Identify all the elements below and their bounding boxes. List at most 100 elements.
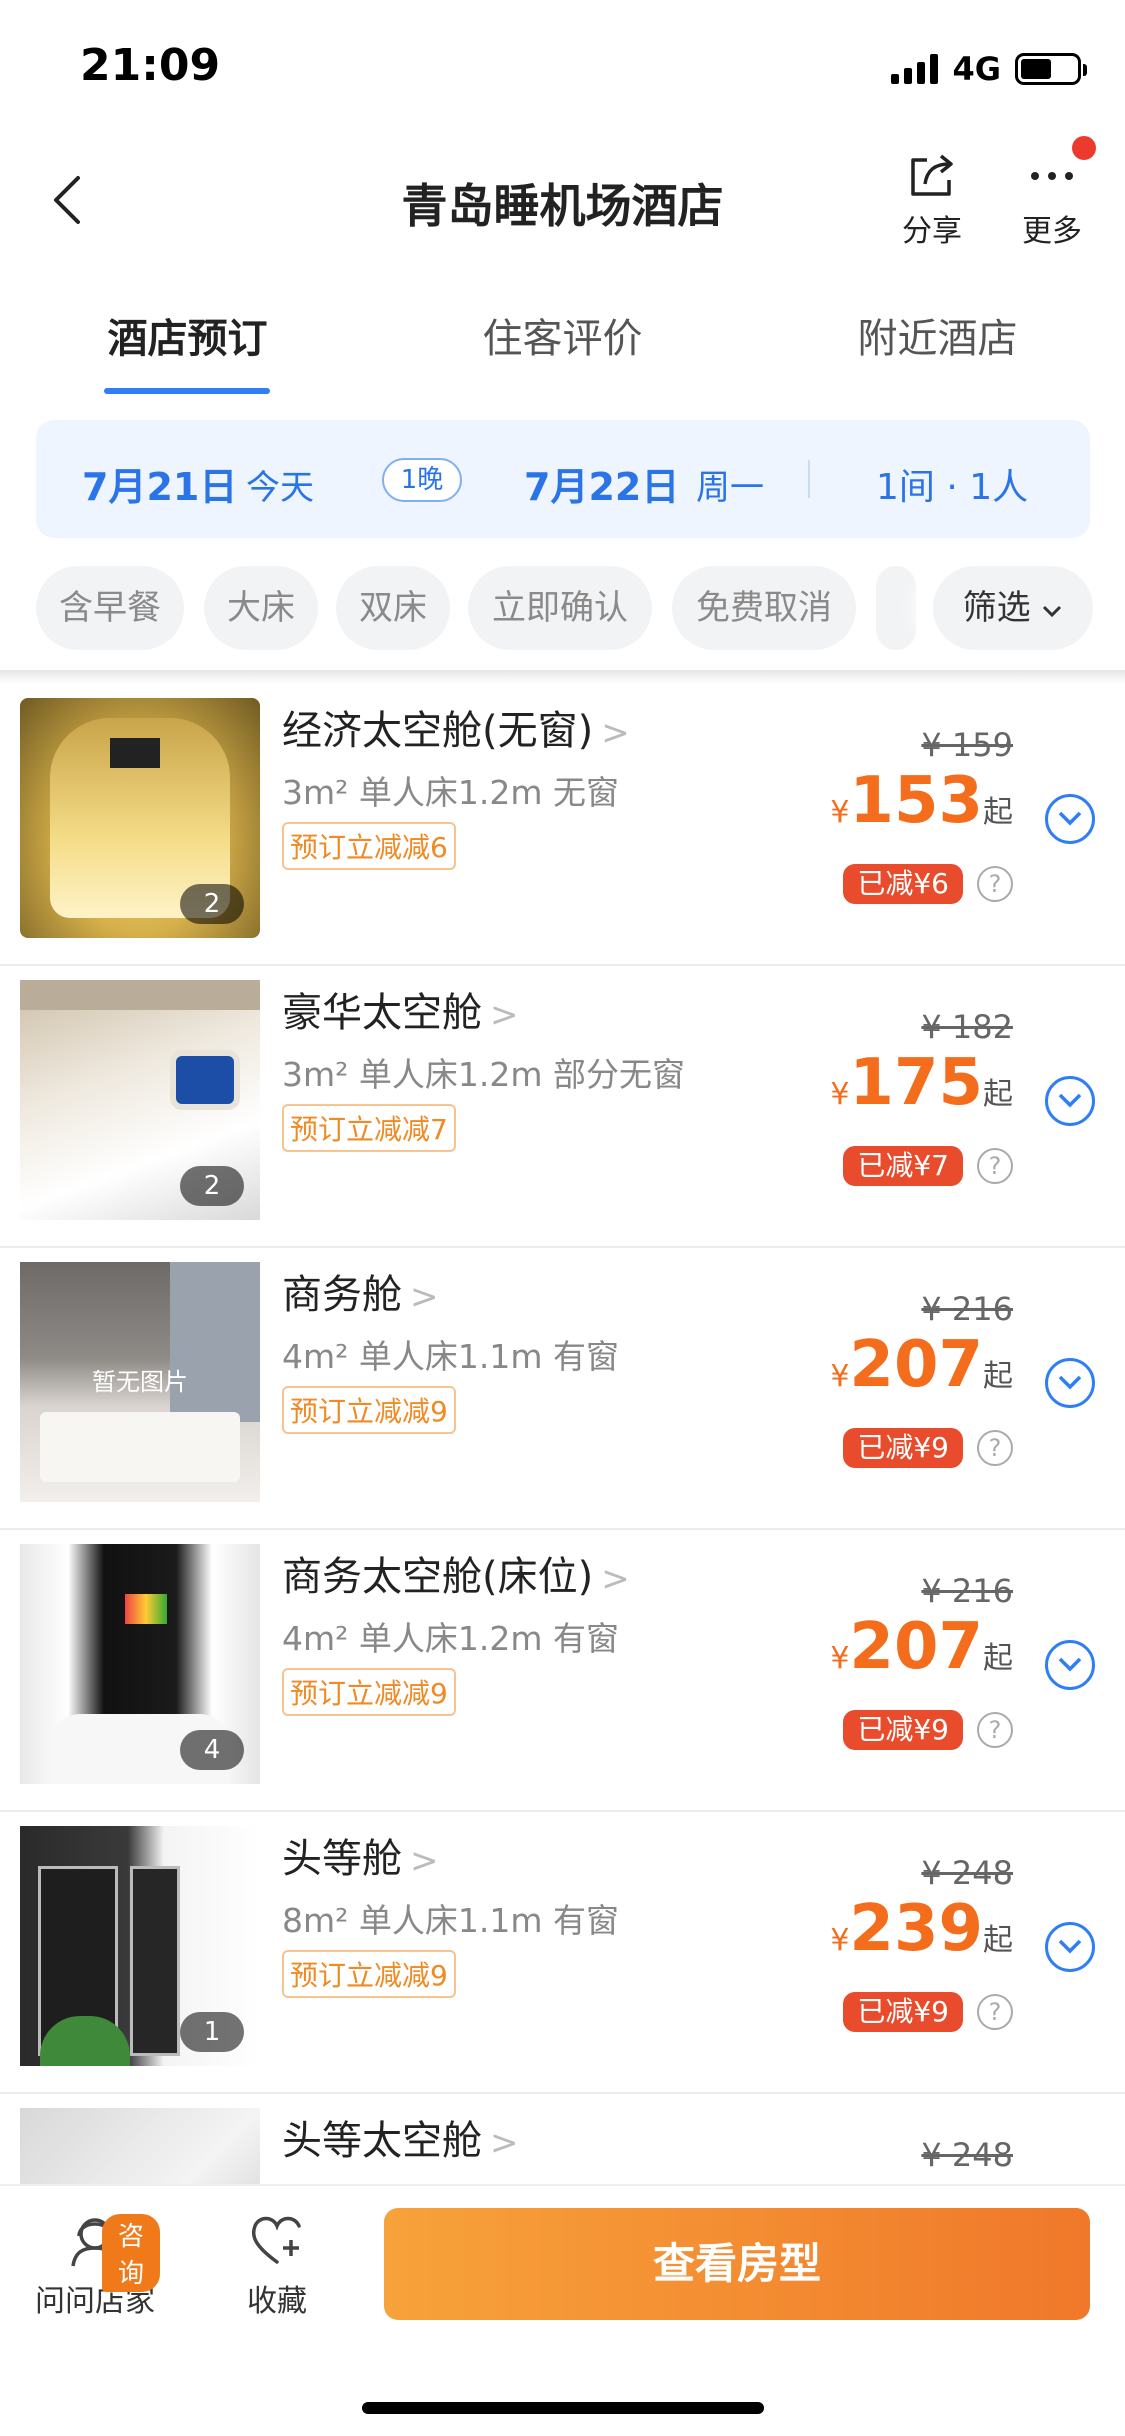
more-label: 更多	[1022, 214, 1082, 249]
filter-label: 筛选	[962, 588, 1031, 628]
chevron-down-icon	[1058, 1093, 1082, 1108]
promo-tag: 预订立减减9	[282, 1386, 456, 1434]
help-icon[interactable]: ?	[977, 1994, 1013, 2030]
chevron-right-icon: >	[410, 1277, 439, 1317]
signal-icon	[891, 54, 939, 84]
battery-icon	[1015, 53, 1087, 85]
help-icon[interactable]: ?	[977, 866, 1013, 902]
checkin-day: 今天	[246, 468, 314, 508]
original-price: ¥ 216	[921, 1572, 1013, 1610]
chevron-right-icon: >	[490, 2123, 519, 2163]
share-icon	[911, 154, 953, 196]
chip-king-bed[interactable]: 大床	[204, 566, 318, 650]
expand-button[interactable]	[1045, 794, 1095, 844]
room-desc: 3m² 单人床1.2m 部分无窗	[282, 1055, 685, 1094]
chip-free-cancel[interactable]: 免费取消	[672, 566, 856, 650]
discount-badge: 已减¥9	[843, 1992, 963, 2032]
no-image-label: 暂无图片	[92, 1368, 188, 1396]
expand-button[interactable]	[1045, 1922, 1095, 1972]
share-button[interactable]: 分享	[882, 150, 982, 250]
network-type: 4G	[952, 50, 1001, 88]
discount-badge: 已减¥7	[843, 1146, 963, 1186]
room-name: 豪华太空舱 >	[282, 990, 519, 1036]
nav-bar: 青岛睡机场酒店 分享 更多	[0, 130, 1125, 270]
tab-label: 酒店预订	[107, 316, 268, 362]
chip-instant-confirm[interactable]: 立即确认	[468, 566, 652, 650]
status-time: 21:09	[80, 40, 221, 91]
room-row[interactable]: 头等太空舱> 5m² 单人床 部分无窗 ¥ 248	[0, 2094, 1125, 2184]
chevron-down-icon	[1058, 1939, 1082, 1954]
room-photo[interactable]: 2	[20, 980, 260, 1220]
chip-partial[interactable]	[876, 566, 916, 650]
room-photo[interactable]: 4	[20, 1544, 260, 1784]
help-icon[interactable]: ?	[977, 1712, 1013, 1748]
room-photo[interactable]: 暂无图片	[20, 1262, 260, 1502]
promo-tag: 预订立减减9	[282, 1950, 456, 1998]
photo-count: 2	[180, 1166, 244, 1206]
expand-button[interactable]	[1045, 1358, 1095, 1408]
chevron-down-icon	[1058, 1657, 1082, 1672]
promo-tag: 预订立减减6	[282, 822, 456, 870]
room-row[interactable]: 4 商务太空舱(床位) > 4m² 单人床1.2m 有窗 预订立减减9 ¥ 216…	[0, 1530, 1125, 1812]
price: ¥207起	[830, 1610, 1013, 1684]
promo-tag: 预订立减减9	[282, 1668, 456, 1716]
tab-nearby[interactable]: 附近酒店	[750, 270, 1125, 400]
original-price: ¥ 182	[921, 1008, 1013, 1046]
chevron-right-icon: >	[490, 995, 519, 1035]
room-desc: 8m² 单人床1.1m 有窗	[282, 1901, 619, 1940]
price: ¥207起	[830, 1328, 1013, 1402]
tab-label: 附近酒店	[857, 316, 1018, 362]
favorite-label: 收藏	[247, 2284, 307, 2319]
help-icon[interactable]: ?	[977, 1148, 1013, 1184]
room-row[interactable]: 2 豪华太空舱 > 3m² 单人床1.2m 部分无窗 预订立减减7 ¥ 182 ¥…	[0, 966, 1125, 1248]
room-name: 头等太空舱 >	[282, 2118, 519, 2164]
room-photo[interactable]: 1	[20, 1826, 260, 2066]
price: ¥153起	[830, 764, 1013, 838]
active-tab-indicator	[104, 388, 270, 394]
expand-button[interactable]	[1045, 1640, 1095, 1690]
tab-reviews[interactable]: 住客评价	[375, 270, 750, 400]
original-price: ¥ 248	[921, 1854, 1013, 1892]
divider	[0, 670, 1125, 684]
view-rooms-button[interactable]: 查看房型	[384, 2208, 1090, 2320]
chevron-down-icon	[1043, 605, 1062, 618]
status-bar: 21:09 4G	[0, 0, 1125, 130]
favorite-button[interactable]: 收藏	[222, 2208, 332, 2320]
date-selector[interactable]: 7月21日 今天 1晚 7月22日 周一 1间 · 1人	[36, 420, 1090, 538]
divider	[808, 460, 810, 498]
bottom-bar: 问问店家 咨询 收藏 查看房型	[0, 2184, 1125, 2436]
room-row[interactable]: 1 头等舱 > 8m² 单人床1.1m 有窗 预订立减减9 ¥ 248 ¥239起…	[0, 1812, 1125, 2094]
discount-badge: 已减¥6	[843, 864, 963, 904]
chip-twin-bed[interactable]: 双床	[336, 566, 450, 650]
room-photo[interactable]: 2	[20, 698, 260, 938]
home-indicator[interactable]	[362, 2402, 764, 2414]
room-row[interactable]: 暂无图片 商务舱 > 4m² 单人床1.1m 有窗 预订立减减9 ¥ 216 ¥2…	[0, 1248, 1125, 1530]
filter-button[interactable]: 筛选	[933, 566, 1093, 650]
status-indicators: 4G	[891, 50, 1087, 88]
tab-label: 住客评价	[482, 316, 643, 362]
price: ¥239起	[830, 1892, 1013, 1966]
help-icon[interactable]: ?	[977, 1430, 1013, 1466]
ask-host-button[interactable]: 问问店家 咨询	[30, 2208, 160, 2320]
expand-button[interactable]	[1045, 1076, 1095, 1126]
room-desc: 3m² 单人床1.2m 无窗	[282, 773, 619, 812]
checkin-date[interactable]: 7月21日	[82, 456, 237, 511]
tab-booking[interactable]: 酒店预订	[0, 270, 375, 400]
room-name: 商务太空舱(床位) >	[282, 1554, 630, 1600]
checkout-date[interactable]: 7月22日	[524, 456, 679, 511]
chevron-down-icon	[1058, 811, 1082, 826]
original-price: ¥ 159	[921, 726, 1013, 764]
price: ¥175起	[830, 1046, 1013, 1120]
share-label: 分享	[902, 214, 962, 249]
chevron-down-icon	[1058, 1375, 1082, 1390]
heart-plus-icon	[251, 2216, 301, 2264]
room-row[interactable]: 2 经济太空舱(无窗) > 3m² 单人床1.2m 无窗 预订立减减6 ¥ 159…	[0, 684, 1125, 966]
room-photo[interactable]	[20, 2108, 260, 2184]
rooms-guests[interactable]: 1间 · 1人	[876, 458, 1028, 510]
photo-count: 2	[180, 884, 244, 924]
room-desc: 4m² 单人床1.2m 有窗	[282, 1619, 619, 1658]
more-button[interactable]: 更多	[1002, 150, 1102, 250]
chip-breakfast[interactable]: 含早餐	[36, 566, 184, 650]
consult-badge: 咨询	[102, 2214, 160, 2292]
room-list: 2 经济太空舱(无窗) > 3m² 单人床1.2m 无窗 预订立减减6 ¥ 159…	[0, 684, 1125, 2184]
